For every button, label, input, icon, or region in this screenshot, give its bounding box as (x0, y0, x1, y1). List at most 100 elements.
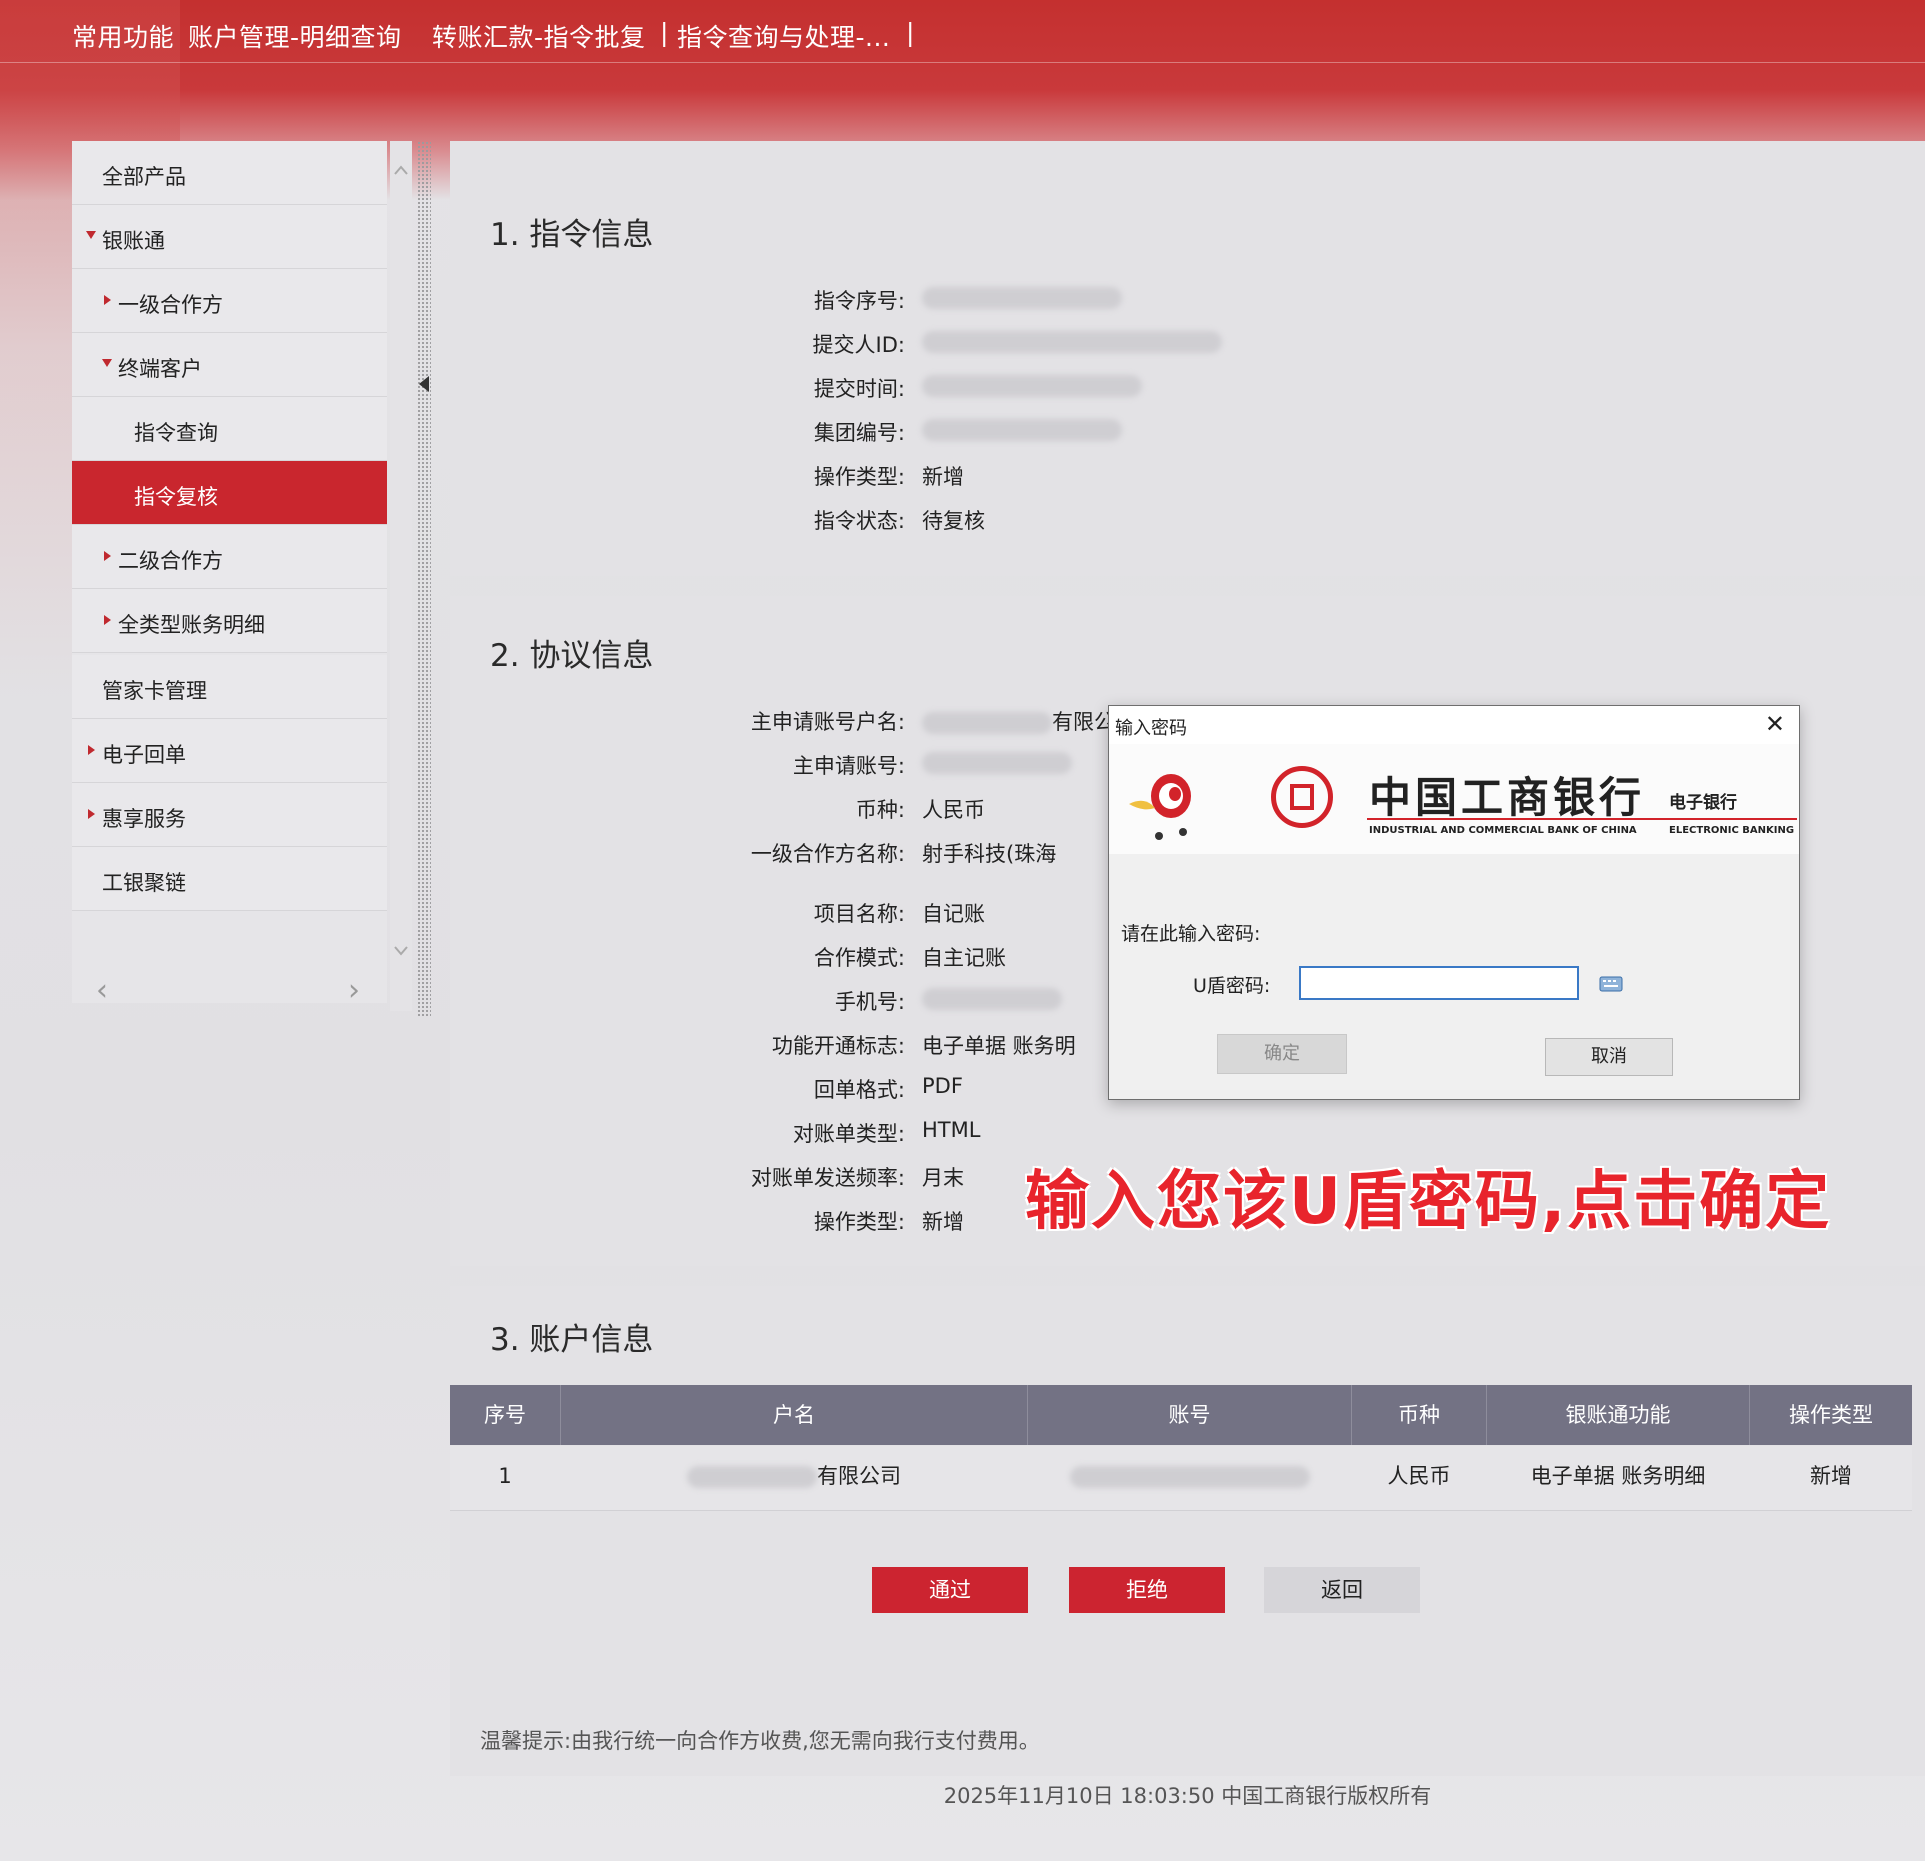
column-header: 币种 (1352, 1385, 1487, 1445)
collapse-sidebar-icon[interactable] (419, 376, 429, 392)
field-label: 回单格式: (813, 1078, 905, 1102)
sidebar-item-gongyin-chain[interactable]: 工银聚链 (72, 847, 387, 911)
sidebar-item-label: 全类型账务明细 (118, 613, 265, 637)
field-value-redacted (922, 373, 1142, 397)
expanded-icon (102, 359, 112, 367)
account-table-header: 序号 户名 账号 币种 银账通功能 操作类型 (450, 1385, 1912, 1445)
sidebar-item-yinzhangtong[interactable]: 银账通 (72, 205, 387, 269)
field-label: 对账单类型: (792, 1122, 905, 1146)
nav-separator: | (660, 18, 669, 47)
reject-button[interactable]: 拒绝 (1069, 1567, 1225, 1613)
sidebar-item-instruction-review[interactable]: 指令复核 (72, 461, 387, 525)
sidebar-item-label: 一级合作方 (118, 293, 223, 317)
field-value: 新增 (922, 1210, 964, 1234)
cell-name: 有限公司 (561, 1446, 1027, 1506)
sidebar-item-all-type-detail[interactable]: 全类型账务明细 (72, 589, 387, 653)
field-value: 待复核 (922, 509, 985, 533)
field-value: 电子单据 账务明 (922, 1034, 1076, 1058)
dialog-title: 输入密码 (1115, 718, 1187, 739)
top-navigation: 常用功能 账户管理-明细查询 转账汇款-指令批复 | 指令查询与处理-... | (0, 0, 1925, 63)
section-title: 3. 账户信息 (490, 1322, 654, 1358)
instruction-overlay: 输入您该U盾密码,点击确定 (1025, 1165, 1832, 1239)
cancel-button[interactable]: 取消 (1545, 1038, 1673, 1076)
field-label: 对账单发送频率: (750, 1166, 905, 1190)
expanded-icon (86, 231, 96, 239)
back-button[interactable]: 返回 (1264, 1567, 1420, 1613)
collapsed-icon (88, 745, 95, 755)
field-label: 指令序号: (813, 289, 905, 313)
field-value: HTML (922, 1118, 981, 1142)
sidebar: 全部产品 银账通 一级合作方 终端客户 指令查询 指令复核 二级合作方 全类型账… (72, 141, 387, 1006)
field-value-redacted (922, 417, 1122, 441)
sidebar-item-label: 工银聚链 (102, 871, 186, 895)
collapsed-icon (104, 295, 111, 305)
field-label: 集团编号: (813, 421, 905, 445)
icbc-logo-icon (1271, 766, 1333, 828)
approve-button[interactable]: 通过 (872, 1567, 1028, 1613)
sidebar-item-label: 终端客户 (118, 357, 202, 381)
sidebar-item-all-products[interactable]: 全部产品 (72, 141, 387, 205)
field-value: 自主记账 (922, 946, 1006, 970)
sidebar-item-tier1-partner[interactable]: 一级合作方 (72, 269, 387, 333)
bank-name-en: INDUSTRIAL AND COMMERCIAL BANK OF CHINA (1369, 825, 1637, 836)
sidebar-item-label: 电子回单 (102, 743, 186, 767)
sidebar-item-tier2-partner[interactable]: 二级合作方 (72, 525, 387, 589)
bank-banner: 中国工商银行 INDUSTRIAL AND COMMERCIAL BANK OF… (1109, 744, 1799, 854)
field-value: 月末 (922, 1166, 964, 1190)
field-label: 操作类型: (813, 465, 905, 489)
scroll-left-icon[interactable]: ‹ (96, 976, 108, 1006)
field-label: 指令状态: (813, 509, 905, 533)
field-label: 手机号: (834, 990, 905, 1014)
confirm-button[interactable]: 确定 (1217, 1034, 1347, 1074)
nav-tab-common[interactable]: 常用功能 (72, 18, 174, 54)
nav-tab-transfer-approval[interactable]: 转账汇款-指令批复 (432, 18, 646, 54)
nav-tab-instruction-query[interactable]: 指令查询与处理-... (677, 18, 890, 54)
scroll-up-icon[interactable] (394, 165, 408, 175)
sidebar-item-instruction-query[interactable]: 指令查询 (72, 397, 387, 461)
instruction-info-panel: 1. 指令信息 指令序号: 提交人ID: 提交时间: 集团编号: 操作类型: 新… (450, 141, 1925, 576)
usb-key-password-input[interactable] (1299, 966, 1579, 1000)
scroll-down-icon[interactable] (394, 946, 408, 956)
sidebar-item-label: 管家卡管理 (102, 679, 207, 703)
sidebar-item-label: 惠享服务 (102, 807, 186, 831)
field-value: 有限公 (922, 706, 1115, 736)
collapsed-icon (104, 551, 111, 561)
field-value: 射手科技(珠海 (922, 842, 1057, 866)
banner-divider (1367, 818, 1797, 820)
dialog-titlebar[interactable]: 输入密码 ✕ (1109, 706, 1799, 744)
field-label: 合作模式: (813, 946, 905, 970)
sidebar-item-huixiang[interactable]: 惠享服务 (72, 783, 387, 847)
sidebar-splitter[interactable] (417, 141, 431, 1016)
sidebar-scrollbar[interactable] (390, 141, 412, 1011)
sidebar-item-label: 二级合作方 (118, 549, 223, 573)
footer-copyright: 2025年11月10日 18:03:50 中国工商银行版权所有 (943, 1784, 1432, 1808)
field-value: 自记账 (922, 902, 985, 926)
field-value-redacted (922, 285, 1122, 309)
field-value: 新增 (922, 465, 964, 489)
sidebar-item-terminal-customer[interactable]: 终端客户 (72, 333, 387, 397)
field-label: 操作类型: (813, 1210, 905, 1234)
ebank-label-cn: 电子银行 (1669, 793, 1737, 813)
ebank-label-en: ELECTRONIC BANKING (1669, 825, 1795, 836)
field-value: PDF (922, 1074, 963, 1098)
sidebar-item-label: 全部产品 (102, 165, 186, 189)
nav-tab-account-detail[interactable]: 账户管理-明细查询 (188, 18, 402, 54)
sidebar-item-label: 银账通 (102, 229, 165, 253)
cell-operation: 新增 (1810, 1464, 1852, 1488)
scroll-right-icon[interactable]: › (348, 976, 360, 1006)
column-header: 序号 (450, 1385, 561, 1445)
account-info-panel: 3. 账户信息 (450, 1286, 1925, 1776)
sidebar-item-steward-card[interactable]: 管家卡管理 (72, 655, 387, 719)
field-label: 提交人ID: (812, 333, 905, 357)
column-header: 操作类型 (1789, 1403, 1873, 1427)
keyboard-icon[interactable] (1599, 976, 1623, 992)
sidebar-item-e-receipt[interactable]: 电子回单 (72, 719, 387, 783)
password-dialog: 输入密码 ✕ 中国工商银行 INDUSTRIAL AND COMMERCIAL … (1108, 705, 1800, 1100)
fee-hint: 温馨提示:由我行统一向合作方收费,您无需向我行支付费用。 (480, 1729, 1040, 1753)
close-icon[interactable]: ✕ (1765, 710, 1785, 738)
field-label: 主申请账号户名: (750, 710, 905, 734)
field-label: 主申请账号: (792, 754, 905, 778)
section-title: 1. 指令信息 (490, 217, 654, 253)
column-header: 户名 (561, 1385, 1028, 1445)
sidebar-item-label: 指令复核 (134, 485, 218, 509)
